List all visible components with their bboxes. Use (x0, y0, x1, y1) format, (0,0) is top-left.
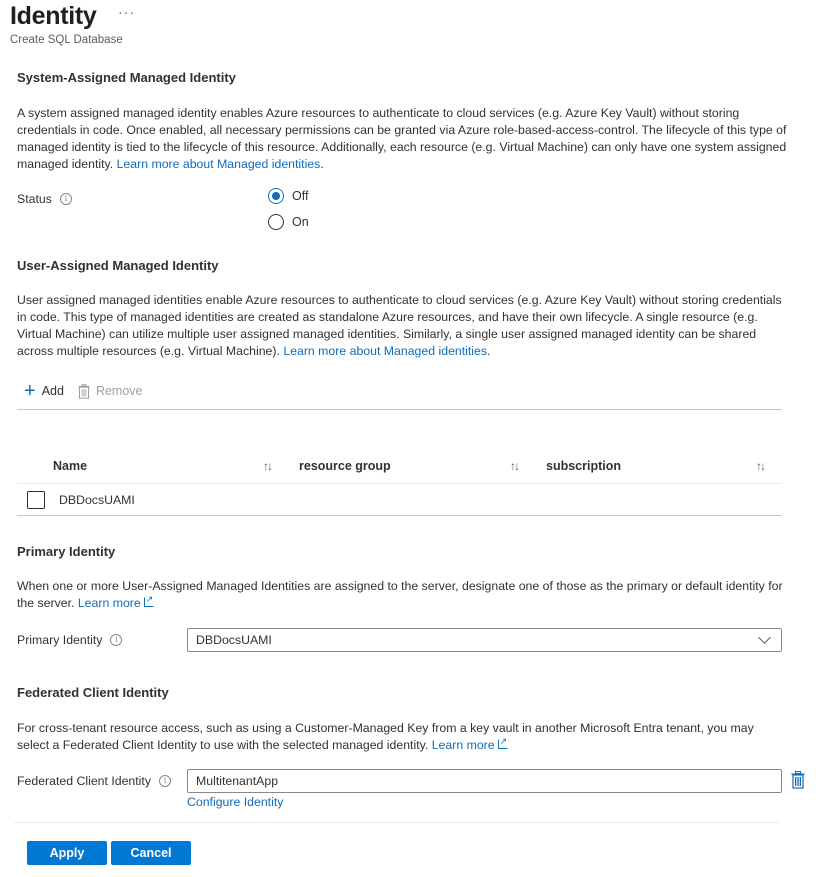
more-options-button[interactable]: ··· (118, 4, 135, 20)
federated-identity-label-group: Federated Client Identity i (17, 774, 171, 788)
add-label: Add (41, 384, 64, 398)
column-header-resource-group[interactable]: resource group (299, 459, 391, 473)
primary-identity-heading: Primary Identity (17, 544, 116, 559)
primary-identity-selected-value: DBDocsUAMI (196, 633, 272, 647)
delete-trash-icon[interactable] (791, 771, 805, 789)
status-label: Status (17, 192, 52, 206)
federated-identity-label: Federated Client Identity (17, 774, 151, 788)
federated-identity-input[interactable]: MultitenantApp (187, 769, 782, 793)
sort-icon[interactable]: ↑↓ (263, 459, 273, 473)
remove-label: Remove (95, 384, 143, 398)
radio-label-on: On (292, 215, 309, 229)
add-button[interactable]: + Add (24, 380, 64, 402)
federated-identity-description-text: For cross-tenant resource access, such a… (17, 721, 754, 752)
status-radio-off[interactable]: Off (268, 188, 308, 204)
status-label-group: Status i (17, 192, 72, 206)
primary-identity-dropdown[interactable]: DBDocsUAMI (187, 628, 782, 652)
identity-toolbar: + Add Remove (24, 380, 143, 402)
row-checkbox[interactable] (27, 491, 45, 509)
remove-button[interactable]: Remove (78, 383, 143, 399)
sort-icon[interactable]: ↑↓ (510, 459, 520, 473)
external-link-icon (143, 591, 154, 608)
toolbar-divider (17, 409, 782, 410)
table-row-divider (17, 515, 782, 516)
cancel-button[interactable]: Cancel (111, 841, 191, 865)
info-icon[interactable]: i (59, 193, 72, 205)
trash-icon (78, 383, 90, 399)
primary-identity-description: When one or more User-Assigned Managed I… (17, 578, 787, 612)
radio-label-off: Off (292, 189, 309, 203)
punctuation: . (320, 157, 324, 171)
primary-identity-learn-more-link[interactable]: Learn more (77, 591, 154, 610)
table-row[interactable]: DBDocsUAMI (17, 484, 782, 515)
federated-identity-description: For cross-tenant resource access, such a… (17, 720, 787, 754)
row-name: DBDocsUAMI (59, 493, 135, 507)
column-header-subscription[interactable]: subscription (546, 459, 621, 473)
primary-identity-label: Primary Identity (17, 633, 103, 647)
column-header-name[interactable]: Name (53, 459, 87, 473)
radio-button-unchecked[interactable] (268, 214, 284, 230)
external-link-icon (497, 733, 508, 750)
user-assigned-learn-more-link[interactable]: Learn more about Managed identities (283, 344, 487, 358)
learn-more-label: Learn more (431, 738, 495, 752)
info-icon[interactable]: i (110, 634, 123, 646)
system-assigned-description: A system assigned managed identity enabl… (17, 105, 787, 173)
learn-more-label: Learn more (77, 596, 141, 610)
footer-divider (14, 822, 779, 823)
status-radio-on[interactable]: On (268, 214, 309, 230)
federated-identity-heading: Federated Client Identity (17, 685, 169, 700)
configure-identity-link[interactable]: Configure Identity (187, 795, 283, 809)
punctuation: . (487, 344, 491, 358)
user-assigned-heading: User-Assigned Managed Identity (17, 258, 219, 273)
plus-icon: + (24, 380, 36, 402)
radio-button-checked[interactable] (268, 188, 284, 204)
chevron-down-icon (758, 631, 771, 644)
page-title: Identity (10, 2, 97, 30)
info-icon[interactable]: i (158, 775, 171, 787)
primary-identity-label-group: Primary Identity i (17, 633, 123, 647)
sort-icon[interactable]: ↑↓ (756, 459, 766, 473)
system-assigned-learn-more-link[interactable]: Learn more about Managed identities (117, 157, 321, 171)
federated-identity-value: MultitenantApp (196, 774, 279, 788)
federated-identity-learn-more-link[interactable]: Learn more (431, 733, 508, 752)
page-subtitle: Create SQL Database (10, 34, 123, 46)
apply-button[interactable]: Apply (27, 841, 107, 865)
system-assigned-heading: System-Assigned Managed Identity (17, 70, 236, 85)
user-assigned-description: User assigned managed identities enable … (17, 292, 787, 360)
